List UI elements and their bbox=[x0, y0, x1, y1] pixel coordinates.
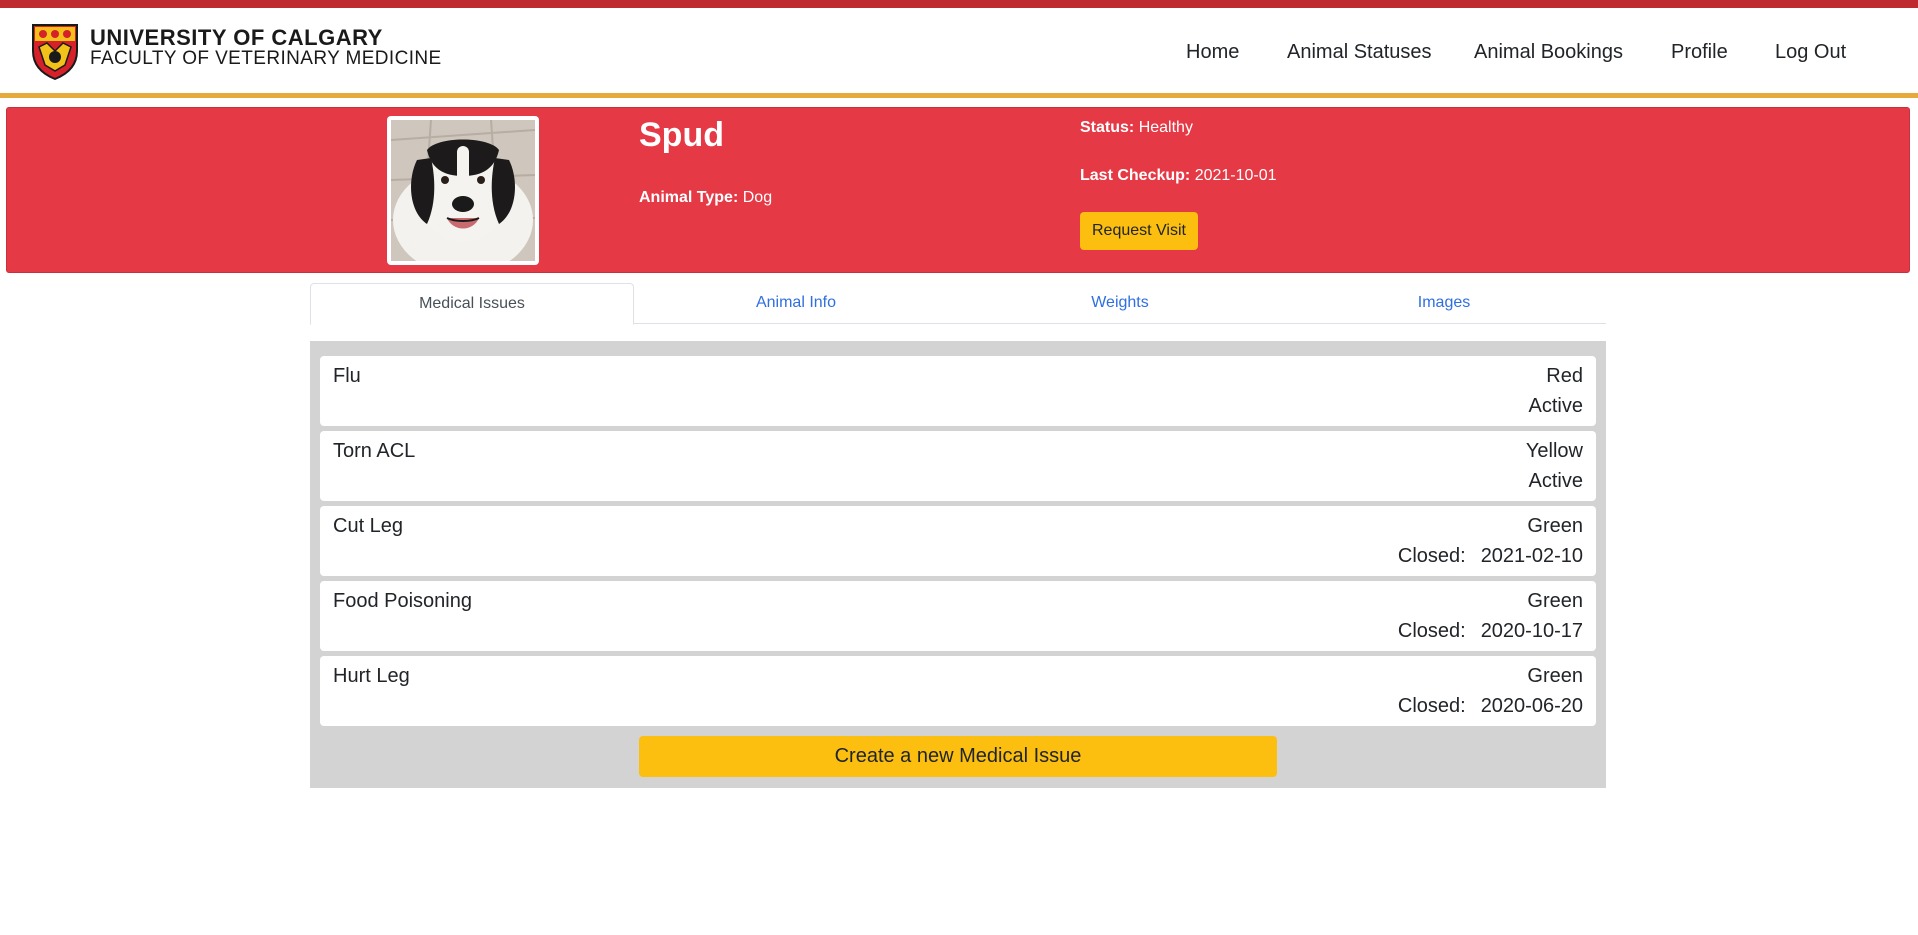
issue-severity: Green bbox=[1527, 515, 1583, 537]
issue-severity: Green bbox=[1527, 590, 1583, 612]
issue-name: Cut Leg bbox=[333, 515, 404, 537]
nav-animal-bookings[interactable]: Animal Bookings bbox=[1474, 41, 1623, 64]
closed-label: Closed: bbox=[1397, 620, 1466, 642]
issue-severity: Red bbox=[1546, 365, 1583, 387]
nav-animal-statuses[interactable]: Animal Statuses bbox=[1287, 41, 1432, 64]
nav-home[interactable]: Home bbox=[1186, 41, 1239, 64]
animal-type-value: Dog bbox=[742, 189, 773, 206]
medical-issue-row[interactable]: Flu Red Active bbox=[320, 356, 1596, 426]
nav-profile[interactable]: Profile bbox=[1671, 41, 1728, 64]
tab-medical-issues[interactable]: Medical Issues bbox=[310, 283, 634, 325]
last-checkup-label: Last Checkup: bbox=[1080, 167, 1191, 184]
medical-issue-row[interactable]: Food Poisoning Green Closed: 2020-10-17 bbox=[320, 581, 1596, 651]
medical-issue-row[interactable]: Hurt Leg Green Closed: 2020-06-20 bbox=[320, 656, 1596, 726]
tab-weights[interactable]: Weights bbox=[958, 283, 1282, 324]
status-label: Status: bbox=[1080, 119, 1135, 136]
issue-closed: Closed: 2020-06-20 bbox=[1398, 695, 1583, 718]
create-medical-issue-button[interactable]: Create a new Medical Issue bbox=[639, 736, 1277, 777]
header-divider bbox=[0, 93, 1918, 98]
status-line: Status: Healthy bbox=[1080, 119, 1193, 137]
closed-date: 2020-10-17 bbox=[1480, 620, 1583, 642]
brand-subtitle: FACULTY OF VETERINARY MEDICINE bbox=[90, 48, 442, 69]
top-accent-bar bbox=[0, 0, 1918, 8]
issue-name: Food Poisoning bbox=[333, 590, 472, 612]
status-value: Healthy bbox=[1138, 119, 1193, 136]
last-checkup-value: 2021-10-01 bbox=[1194, 167, 1277, 184]
closed-label: Closed: bbox=[1397, 695, 1466, 717]
nav-log-out[interactable]: Log Out bbox=[1775, 41, 1846, 64]
university-crest-icon[interactable] bbox=[31, 21, 79, 81]
issue-closed: Closed: 2020-10-17 bbox=[1398, 620, 1583, 643]
issue-severity: Green bbox=[1527, 665, 1583, 687]
issue-name: Torn ACL bbox=[333, 440, 416, 462]
closed-date: 2020-06-20 bbox=[1480, 695, 1583, 717]
animal-banner bbox=[6, 107, 1910, 273]
issue-status: Active bbox=[1528, 470, 1583, 492]
issue-severity: Yellow bbox=[1525, 440, 1583, 462]
last-checkup-line: Last Checkup: 2021-10-01 bbox=[1080, 167, 1277, 185]
medical-issue-row[interactable]: Cut Leg Green Closed: 2021-02-10 bbox=[320, 506, 1596, 576]
issue-name: Flu bbox=[333, 365, 361, 387]
tab-images[interactable]: Images bbox=[1282, 283, 1606, 324]
detail-tabs: Medical Issues Animal Info Weights Image… bbox=[310, 283, 1606, 325]
issue-status: Active bbox=[1528, 395, 1583, 417]
animal-name: Spud bbox=[639, 116, 724, 154]
dog-photo-image bbox=[391, 120, 535, 261]
animal-type-label: Animal Type: bbox=[639, 189, 739, 206]
medical-issue-row[interactable]: Torn ACL Yellow Active bbox=[320, 431, 1596, 501]
request-visit-button[interactable]: Request Visit bbox=[1080, 212, 1198, 250]
issue-closed: Closed: 2021-02-10 bbox=[1398, 545, 1583, 568]
animal-type-line: Animal Type: Dog bbox=[639, 189, 772, 207]
tab-animal-info[interactable]: Animal Info bbox=[634, 283, 958, 324]
issue-name: Hurt Leg bbox=[333, 665, 410, 687]
animal-photo bbox=[387, 116, 539, 265]
closed-label: Closed: bbox=[1397, 545, 1466, 567]
closed-date: 2021-02-10 bbox=[1480, 545, 1583, 567]
